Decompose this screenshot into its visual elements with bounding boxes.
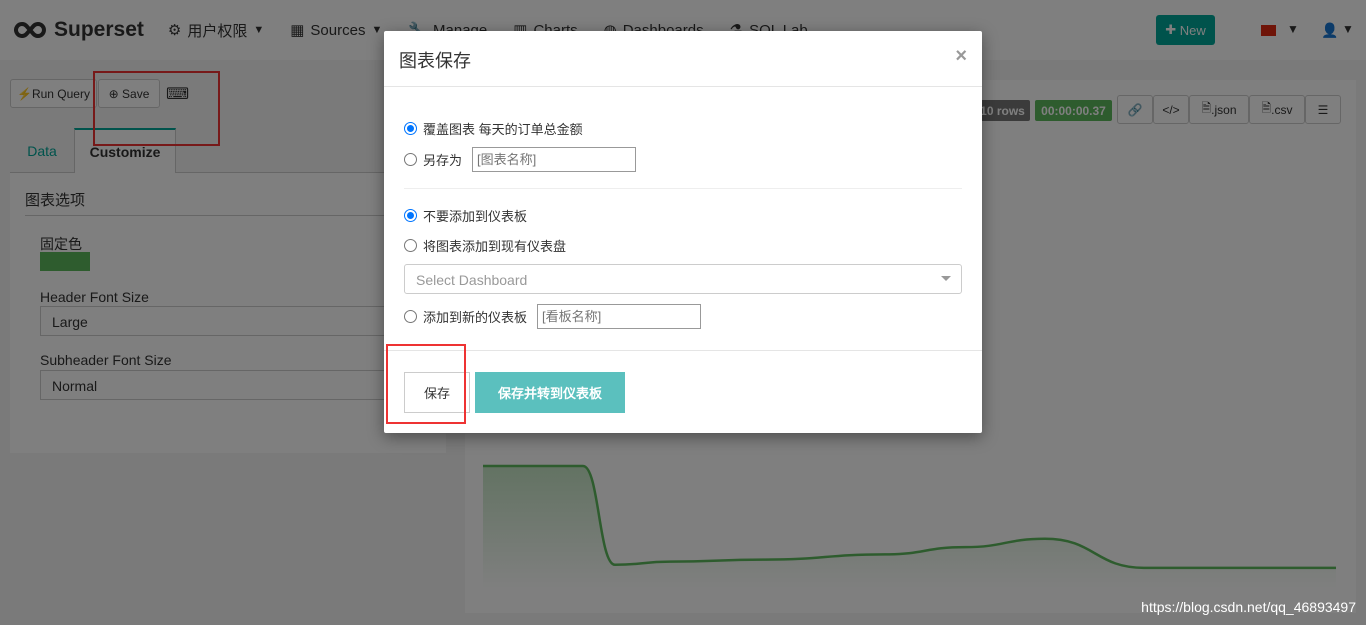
overwrite-option[interactable]: 覆盖图表 每天的订单总金额 bbox=[404, 119, 583, 138]
save-chart-modal: 图表保存 × 覆盖图表 每天的订单总金额 另存为 不要添加到仪表板 将图表添加到现… bbox=[384, 31, 982, 433]
select-placeholder: Select Dashboard bbox=[416, 272, 528, 288]
dashboard-select[interactable]: Select Dashboard bbox=[404, 264, 962, 294]
overwrite-radio[interactable] bbox=[404, 122, 417, 135]
overwrite-label: 覆盖图表 每天的订单总金额 bbox=[423, 122, 583, 137]
save-as-label: 另存为 bbox=[423, 153, 463, 168]
caret-down-icon bbox=[941, 276, 951, 281]
new-dashboard-radio[interactable] bbox=[404, 310, 417, 323]
save-and-go-button[interactable]: 保存并转到仪表板 bbox=[475, 372, 625, 413]
divider bbox=[404, 188, 962, 189]
watermark: https://blog.csdn.net/qq_46893497 bbox=[1141, 599, 1356, 615]
no-dashboard-option[interactable]: 不要添加到仪表板 bbox=[404, 206, 527, 225]
no-dashboard-radio[interactable] bbox=[404, 209, 417, 222]
save-as-option[interactable]: 另存为 bbox=[404, 147, 637, 172]
dashboard-name-input[interactable] bbox=[537, 304, 702, 329]
new-dashboard-label: 添加到新的仪表板 bbox=[423, 310, 528, 325]
new-dashboard-option[interactable]: 添加到新的仪表板 bbox=[404, 304, 702, 329]
existing-dashboard-radio[interactable] bbox=[404, 239, 417, 252]
close-icon[interactable]: × bbox=[955, 45, 967, 68]
annotation-box bbox=[386, 344, 466, 424]
save-as-radio[interactable] bbox=[404, 153, 417, 166]
modal-title: 图表保存 bbox=[399, 51, 471, 71]
no-dashboard-label: 不要添加到仪表板 bbox=[423, 209, 528, 224]
chart-name-input[interactable] bbox=[472, 147, 637, 172]
existing-dashboard-option[interactable]: 将图表添加到现有仪表盘 bbox=[404, 236, 566, 255]
modal-footer: 保存 保存并转到仪表板 bbox=[384, 350, 982, 433]
existing-dashboard-label: 将图表添加到现有仪表盘 bbox=[423, 239, 567, 254]
